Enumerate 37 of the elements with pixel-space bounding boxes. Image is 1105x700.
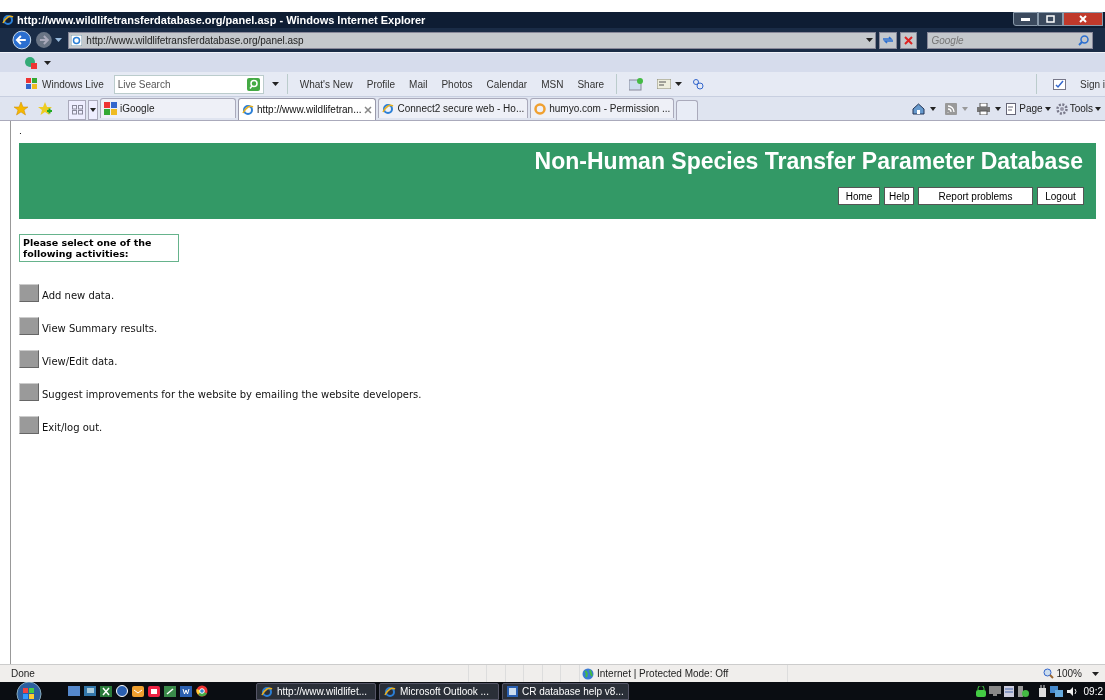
- nav-button[interactable]: Report problems: [918, 187, 1033, 205]
- activity-label: View/Edit data.: [42, 356, 118, 368]
- banner-title: Non-Human Species Transfer Parameter Database: [534, 147, 1083, 175]
- toolbar-link[interactable]: Mail: [409, 76, 428, 92]
- window-title: http://www.wildlifetransferdatabase.org/panel.asp - Windows Internet Explorer: [17, 12, 427, 28]
- activity-label: Add new data.: [42, 290, 115, 302]
- browser-tab[interactable]: iGoogle: [100, 98, 236, 118]
- dot-text: .: [19, 125, 23, 138]
- activity-label: Suggest improvements for the website by emailing the website developers.: [42, 389, 422, 401]
- browser-tab[interactable]: Connect2 secure web - Ho...: [378, 98, 529, 118]
- clock-text: 09:2: [1083, 684, 1103, 699]
- status-text: Done: [10, 667, 36, 681]
- nav-button[interactable]: Logout: [1037, 187, 1084, 205]
- toolbar-link[interactable]: MSN: [541, 76, 564, 92]
- toolbar-brand[interactable]: Windows Live: [42, 76, 104, 92]
- taskbar-button[interactable]: http://www.wildlifet...: [256, 683, 376, 700]
- browser-tab[interactable]: http://www.wildlifetran...: [238, 98, 377, 120]
- toolbar-link[interactable]: Photos: [441, 76, 473, 92]
- taskbar-button[interactable]: CR database help v8...: [502, 683, 629, 700]
- sign-in-link[interactable]: Sign i: [1080, 76, 1105, 92]
- toolbar-link[interactable]: Calendar: [486, 76, 528, 92]
- nav-button[interactable]: Help: [884, 187, 914, 205]
- nav-button[interactable]: Home: [838, 187, 880, 205]
- live-search-field[interactable]: Live Search: [113, 74, 264, 94]
- zoom-button[interactable]: 100%: [1043, 666, 1105, 681]
- security-zone-text: Internet | Protected Mode: Off: [597, 667, 729, 681]
- browser-tab[interactable]: humyo.com - Permission ...: [530, 98, 675, 118]
- tools-menu-button[interactable]: Tools: [1055, 101, 1101, 116]
- activity-label: Exit/log out.: [42, 422, 103, 434]
- prompt-text: Please select one of the following activities:: [19, 234, 179, 262]
- page-menu-button[interactable]: Page: [1006, 101, 1051, 116]
- toolbar-link[interactable]: Share: [577, 76, 605, 92]
- taskbar-button[interactable]: Microsoft Outlook ...: [379, 683, 499, 700]
- toolbar-link[interactable]: Profile: [366, 76, 396, 92]
- address-field[interactable]: http://www.wildlifetransferdatabase.org/panel.asp: [68, 31, 876, 49]
- toolbar-link[interactable]: What's New: [299, 76, 353, 92]
- activity-label: View Summary results.: [42, 323, 158, 335]
